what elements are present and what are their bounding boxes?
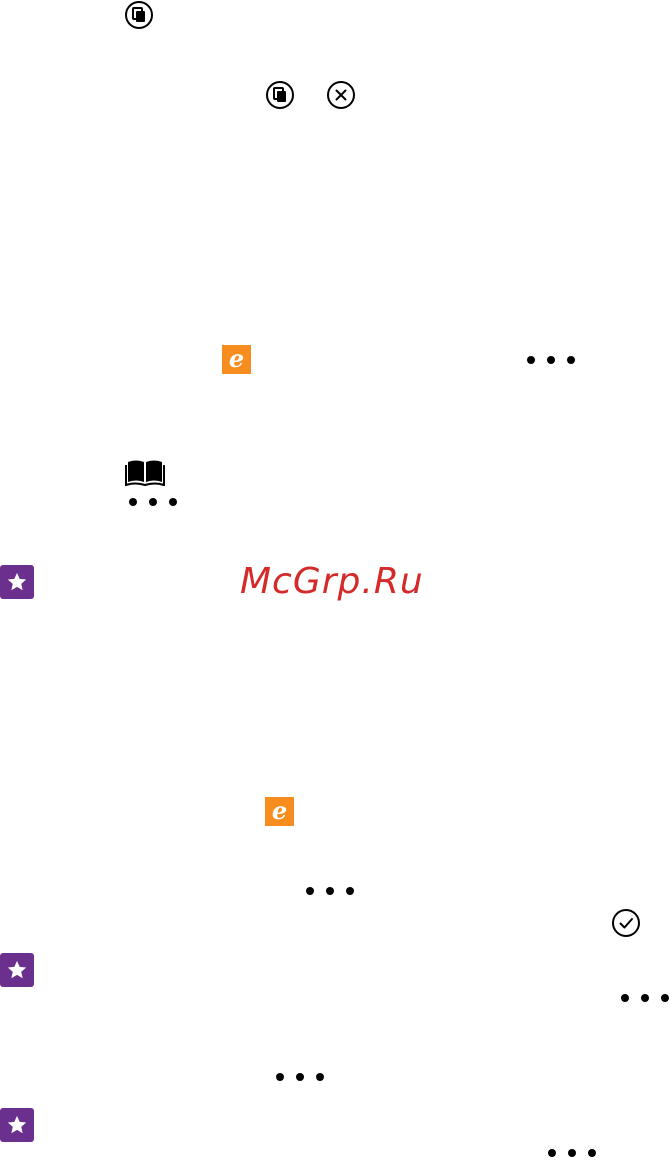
more-icon[interactable] [548,1148,596,1158]
switch-tabs-icon[interactable] [265,80,295,110]
more-icon[interactable] [276,1072,324,1082]
switch-tabs-icon[interactable] [124,0,154,30]
checkmark-icon[interactable] [611,908,641,938]
ie-glyph: e [228,343,245,373]
reading-view-icon[interactable] [125,458,165,486]
more-icon[interactable] [621,993,669,1003]
tip-star-icon [0,565,34,599]
more-icon[interactable] [129,497,177,507]
internet-explorer-icon: e [265,797,294,826]
close-icon[interactable] [326,80,356,110]
more-icon[interactable] [306,886,354,896]
more-icon[interactable] [527,355,575,365]
ie-glyph: e [271,795,288,825]
tip-star-icon [0,1108,34,1142]
internet-explorer-icon: e [222,345,251,374]
watermark-text: McGrp.Ru [240,561,424,602]
tip-star-icon [0,953,34,987]
